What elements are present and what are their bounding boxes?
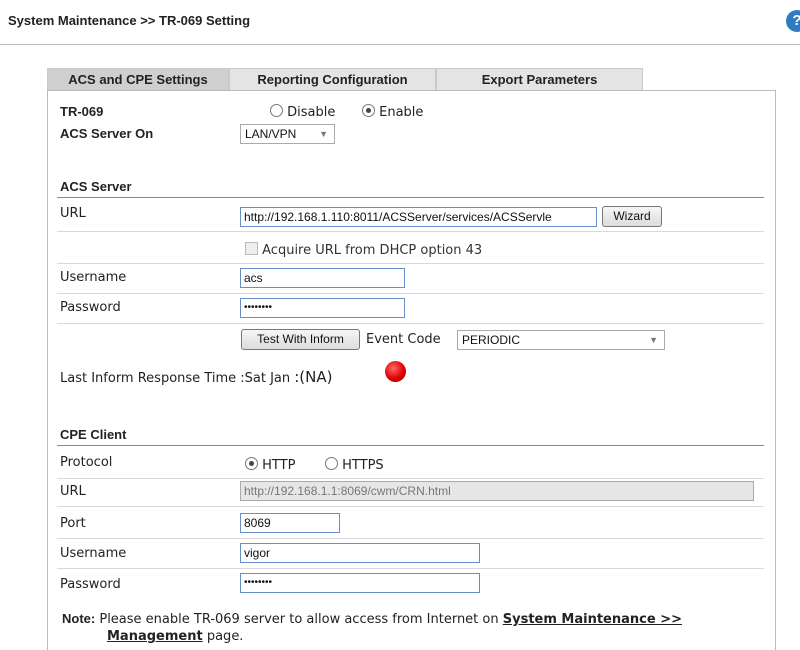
row-divider (57, 231, 764, 232)
cpe-protocol-label: Protocol (60, 455, 113, 470)
section-divider (57, 445, 764, 446)
acs-server-on-select[interactable]: LAN/VPN ▼ (240, 124, 335, 144)
note-line-1: Note: Please enable TR-069 server to all… (62, 610, 682, 629)
cpe-http-option[interactable]: HTTP (245, 457, 295, 473)
acs-password-label: Password (60, 300, 121, 315)
tab-export-parameters[interactable]: Export Parameters (436, 68, 643, 90)
cpe-username-input[interactable]: vigor (240, 543, 480, 563)
tr069-disable-option[interactable]: Disable (270, 104, 335, 120)
event-code-label: Event Code (366, 332, 441, 347)
acs-username-input[interactable]: acs (240, 268, 405, 288)
tr069-disable-radio[interactable] (270, 104, 283, 117)
acs-server-on-value: LAN/VPN (245, 127, 297, 141)
acs-server-heading: ACS Server (60, 179, 132, 194)
cpe-url-input: http://192.168.1.1:8069/cwm/CRN.html (240, 481, 754, 501)
status-indicator-icon (385, 361, 406, 382)
acs-server-on-label: ACS Server On (60, 126, 154, 141)
cpe-https-radio[interactable] (325, 457, 338, 470)
row-divider (57, 323, 764, 324)
chevron-down-icon: ▼ (649, 335, 658, 345)
tab-reporting-configuration[interactable]: Reporting Configuration (229, 68, 436, 90)
note-text: Please enable TR-069 server to allow acc… (99, 612, 499, 627)
last-inform-value: :(NA) (294, 368, 333, 386)
row-divider (57, 263, 764, 264)
cpe-http-radio[interactable] (245, 457, 258, 470)
help-icon[interactable]: ? (786, 10, 800, 32)
title-divider (0, 44, 800, 45)
cpe-https-option[interactable]: HTTPS (325, 457, 384, 473)
row-divider (57, 506, 764, 507)
management-link[interactable]: Management (107, 629, 203, 644)
row-divider (57, 568, 764, 569)
acs-username-label: Username (60, 270, 127, 285)
row-divider (57, 538, 764, 539)
dhcp-option-row[interactable]: Acquire URL from DHCP option 43 (245, 242, 482, 258)
note-line-2: Management page. (107, 628, 243, 646)
test-with-inform-button[interactable]: Test With Inform (241, 329, 360, 350)
cpe-port-label: Port (60, 516, 86, 531)
page-title: System Maintenance >> TR-069 Setting (8, 13, 251, 28)
tr069-disable-label: Disable (287, 105, 336, 120)
section-divider (57, 197, 764, 198)
tab-acs-cpe-settings[interactable]: ACS and CPE Settings (47, 68, 229, 90)
acs-url-input[interactable]: http://192.168.1.110:8011/ACSServer/serv… (240, 207, 597, 227)
system-maintenance-link[interactable]: System Maintenance >> (503, 612, 682, 627)
wizard-button[interactable]: Wizard (602, 206, 662, 227)
last-inform-row: Last Inform Response Time :Sat Jan :(NA) (60, 368, 333, 386)
tr069-enable-label: Enable (379, 105, 424, 120)
event-code-select[interactable]: PERIODIC ▼ (457, 330, 665, 350)
event-code-value: PERIODIC (462, 333, 521, 347)
row-divider (57, 293, 764, 294)
row-divider (57, 478, 764, 479)
note-suffix: page. (206, 629, 244, 644)
cpe-client-heading: CPE Client (60, 427, 127, 442)
cpe-password-label: Password (60, 577, 121, 592)
cpe-password-input[interactable]: •••••••• (240, 573, 480, 593)
dhcp-option-label: Acquire URL from DHCP option 43 (262, 243, 483, 258)
tr069-enable-option[interactable]: Enable (362, 104, 423, 120)
tr069-enable-radio[interactable] (362, 104, 375, 117)
cpe-url-label: URL (60, 484, 86, 499)
acs-password-input[interactable]: •••••••• (240, 298, 405, 318)
chevron-down-icon: ▼ (319, 129, 328, 139)
cpe-https-label: HTTPS (342, 458, 384, 473)
cpe-port-input[interactable]: 8069 (240, 513, 340, 533)
acs-url-label: URL (60, 206, 86, 221)
cpe-username-label: Username (60, 546, 127, 561)
cpe-http-label: HTTP (262, 458, 296, 473)
last-inform-label: Last Inform Response Time :Sat Jan (60, 371, 291, 386)
note-prefix: Note: (62, 611, 96, 626)
dhcp-option-checkbox[interactable] (245, 242, 258, 255)
tr069-label: TR-069 (60, 104, 104, 119)
